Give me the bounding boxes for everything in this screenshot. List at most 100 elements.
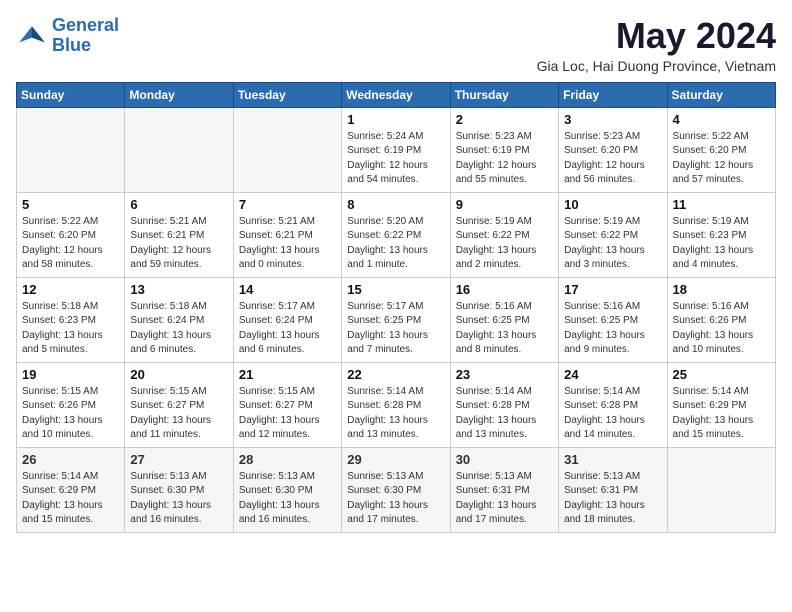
calendar-day: 24 Sunrise: 5:14 AM Sunset: 6:28 PM Dayli…	[559, 362, 667, 447]
calendar-day: 27Sunrise: 5:13 AM Sunset: 6:30 PM Dayli…	[125, 447, 233, 532]
day-number: 22	[347, 367, 444, 382]
day-number: 21	[239, 367, 336, 382]
day-number: 27	[130, 452, 227, 467]
day-number: 9	[456, 197, 553, 212]
day-info: Sunrise: 5:21 AM Sunset: 6:21 PM Dayligh…	[239, 215, 336, 273]
col-sunday: Sunday	[17, 82, 125, 107]
day-number: 28	[239, 452, 336, 467]
day-number: 10	[564, 197, 661, 212]
logo: General Blue	[16, 16, 119, 56]
day-number: 16	[456, 282, 553, 297]
day-number: 13	[130, 282, 227, 297]
calendar-day: 23 Sunrise: 5:14 AM Sunset: 6:28 PM Dayli…	[450, 362, 558, 447]
day-info: Sunrise: 5:13 AM Sunset: 6:30 PM Dayligh…	[347, 470, 444, 528]
month-title: May 2024	[537, 16, 776, 56]
day-info: Sunrise: 5:19 AM Sunset: 6:22 PM Dayligh…	[564, 215, 661, 273]
day-info: Sunrise: 5:16 AM Sunset: 6:25 PM Dayligh…	[456, 300, 553, 358]
calendar-day	[125, 107, 233, 192]
day-number: 17	[564, 282, 661, 297]
logo-icon	[16, 20, 48, 52]
day-info: Sunrise: 5:13 AM Sunset: 6:31 PM Dayligh…	[456, 470, 553, 528]
col-monday: Monday	[125, 82, 233, 107]
day-info: Sunrise: 5:13 AM Sunset: 6:31 PM Dayligh…	[564, 470, 661, 528]
calendar-day: 1 Sunrise: 5:24 AM Sunset: 6:19 PM Daylig…	[342, 107, 450, 192]
day-number: 19	[22, 367, 119, 382]
day-number: 4	[673, 112, 770, 127]
day-number: 20	[130, 367, 227, 382]
logo-text: General Blue	[52, 16, 119, 56]
day-info: Sunrise: 5:15 AM Sunset: 6:27 PM Dayligh…	[239, 385, 336, 443]
day-number: 24	[564, 367, 661, 382]
calendar-day	[667, 447, 775, 532]
calendar-day: 15 Sunrise: 5:17 AM Sunset: 6:25 PM Dayli…	[342, 277, 450, 362]
title-block: May 2024 Gia Loc, Hai Duong Province, Vi…	[537, 16, 776, 74]
calendar-day: 26 Sunrise: 5:14 AM Sunset: 6:29 PM Dayli…	[17, 447, 125, 532]
day-number: 23	[456, 367, 553, 382]
day-info: Sunrise: 5:14 AM Sunset: 6:28 PM Dayligh…	[564, 385, 661, 443]
calendar-week-row: 12 Sunrise: 5:18 AM Sunset: 6:23 PM Dayli…	[17, 277, 776, 362]
day-number: 30	[456, 452, 553, 467]
col-tuesday: Tuesday	[233, 82, 341, 107]
calendar-day: 6Sunrise: 5:21 AM Sunset: 6:21 PM Daylig…	[125, 192, 233, 277]
day-number: 18	[673, 282, 770, 297]
day-info: Sunrise: 5:16 AM Sunset: 6:25 PM Dayligh…	[564, 300, 661, 358]
day-info: Sunrise: 5:14 AM Sunset: 6:28 PM Dayligh…	[456, 385, 553, 443]
day-info: Sunrise: 5:17 AM Sunset: 6:25 PM Dayligh…	[347, 300, 444, 358]
calendar-day: 17 Sunrise: 5:16 AM Sunset: 6:25 PM Dayli…	[559, 277, 667, 362]
day-info: Sunrise: 5:14 AM Sunset: 6:28 PM Dayligh…	[347, 385, 444, 443]
calendar-day: 28Sunrise: 5:13 AM Sunset: 6:30 PM Dayli…	[233, 447, 341, 532]
day-number: 26	[22, 452, 119, 467]
day-info: Sunrise: 5:17 AM Sunset: 6:24 PM Dayligh…	[239, 300, 336, 358]
day-info: Sunrise: 5:23 AM Sunset: 6:20 PM Dayligh…	[564, 130, 661, 188]
calendar-day: 30 Sunrise: 5:13 AM Sunset: 6:31 PM Dayli…	[450, 447, 558, 532]
day-info: Sunrise: 5:23 AM Sunset: 6:19 PM Dayligh…	[456, 130, 553, 188]
day-info: Sunrise: 5:19 AM Sunset: 6:22 PM Dayligh…	[456, 215, 553, 273]
calendar-day	[17, 107, 125, 192]
day-number: 31	[564, 452, 661, 467]
calendar-day: 5Sunrise: 5:22 AM Sunset: 6:20 PM Daylig…	[17, 192, 125, 277]
calendar-day: 2 Sunrise: 5:23 AM Sunset: 6:19 PM Daylig…	[450, 107, 558, 192]
day-number: 11	[673, 197, 770, 212]
col-friday: Friday	[559, 82, 667, 107]
calendar-day: 3 Sunrise: 5:23 AM Sunset: 6:20 PM Daylig…	[559, 107, 667, 192]
day-info: Sunrise: 5:14 AM Sunset: 6:29 PM Dayligh…	[22, 470, 119, 528]
day-number: 6	[130, 197, 227, 212]
day-number: 3	[564, 112, 661, 127]
calendar-day: 13 Sunrise: 5:18 AM Sunset: 6:24 PM Dayli…	[125, 277, 233, 362]
calendar-day: 21 Sunrise: 5:15 AM Sunset: 6:27 PM Dayli…	[233, 362, 341, 447]
calendar-day: 29 Sunrise: 5:13 AM Sunset: 6:30 PM Dayli…	[342, 447, 450, 532]
calendar-day	[233, 107, 341, 192]
calendar-week-row: 26 Sunrise: 5:14 AM Sunset: 6:29 PM Dayli…	[17, 447, 776, 532]
calendar-week-row: 5Sunrise: 5:22 AM Sunset: 6:20 PM Daylig…	[17, 192, 776, 277]
page-header: General Blue May 2024 Gia Loc, Hai Duong…	[16, 16, 776, 74]
calendar-day: 25Sunrise: 5:14 AM Sunset: 6:29 PM Dayli…	[667, 362, 775, 447]
day-info: Sunrise: 5:22 AM Sunset: 6:20 PM Dayligh…	[22, 215, 119, 273]
col-thursday: Thursday	[450, 82, 558, 107]
day-info: Sunrise: 5:18 AM Sunset: 6:24 PM Dayligh…	[130, 300, 227, 358]
col-wednesday: Wednesday	[342, 82, 450, 107]
day-info: Sunrise: 5:15 AM Sunset: 6:27 PM Dayligh…	[130, 385, 227, 443]
calendar-day: 8Sunrise: 5:20 AM Sunset: 6:22 PM Daylig…	[342, 192, 450, 277]
day-number: 2	[456, 112, 553, 127]
calendar-day: 12 Sunrise: 5:18 AM Sunset: 6:23 PM Dayli…	[17, 277, 125, 362]
day-number: 7	[239, 197, 336, 212]
day-number: 8	[347, 197, 444, 212]
calendar-day: 7 Sunrise: 5:21 AM Sunset: 6:21 PM Daylig…	[233, 192, 341, 277]
day-info: Sunrise: 5:19 AM Sunset: 6:23 PM Dayligh…	[673, 215, 770, 273]
calendar-day: 9 Sunrise: 5:19 AM Sunset: 6:22 PM Daylig…	[450, 192, 558, 277]
day-number: 15	[347, 282, 444, 297]
day-number: 29	[347, 452, 444, 467]
calendar-week-row: 1 Sunrise: 5:24 AM Sunset: 6:19 PM Daylig…	[17, 107, 776, 192]
calendar-table: Sunday Monday Tuesday Wednesday Thursday…	[16, 82, 776, 533]
calendar-day: 11 Sunrise: 5:19 AM Sunset: 6:23 PM Dayli…	[667, 192, 775, 277]
calendar-day: 18Sunrise: 5:16 AM Sunset: 6:26 PM Dayli…	[667, 277, 775, 362]
day-number: 12	[22, 282, 119, 297]
day-number: 25	[673, 367, 770, 382]
col-saturday: Saturday	[667, 82, 775, 107]
day-info: Sunrise: 5:24 AM Sunset: 6:19 PM Dayligh…	[347, 130, 444, 188]
day-number: 1	[347, 112, 444, 127]
calendar-day: 16 Sunrise: 5:16 AM Sunset: 6:25 PM Dayli…	[450, 277, 558, 362]
calendar-week-row: 19Sunrise: 5:15 AM Sunset: 6:26 PM Dayli…	[17, 362, 776, 447]
calendar-header-row: Sunday Monday Tuesday Wednesday Thursday…	[17, 82, 776, 107]
day-info: Sunrise: 5:18 AM Sunset: 6:23 PM Dayligh…	[22, 300, 119, 358]
